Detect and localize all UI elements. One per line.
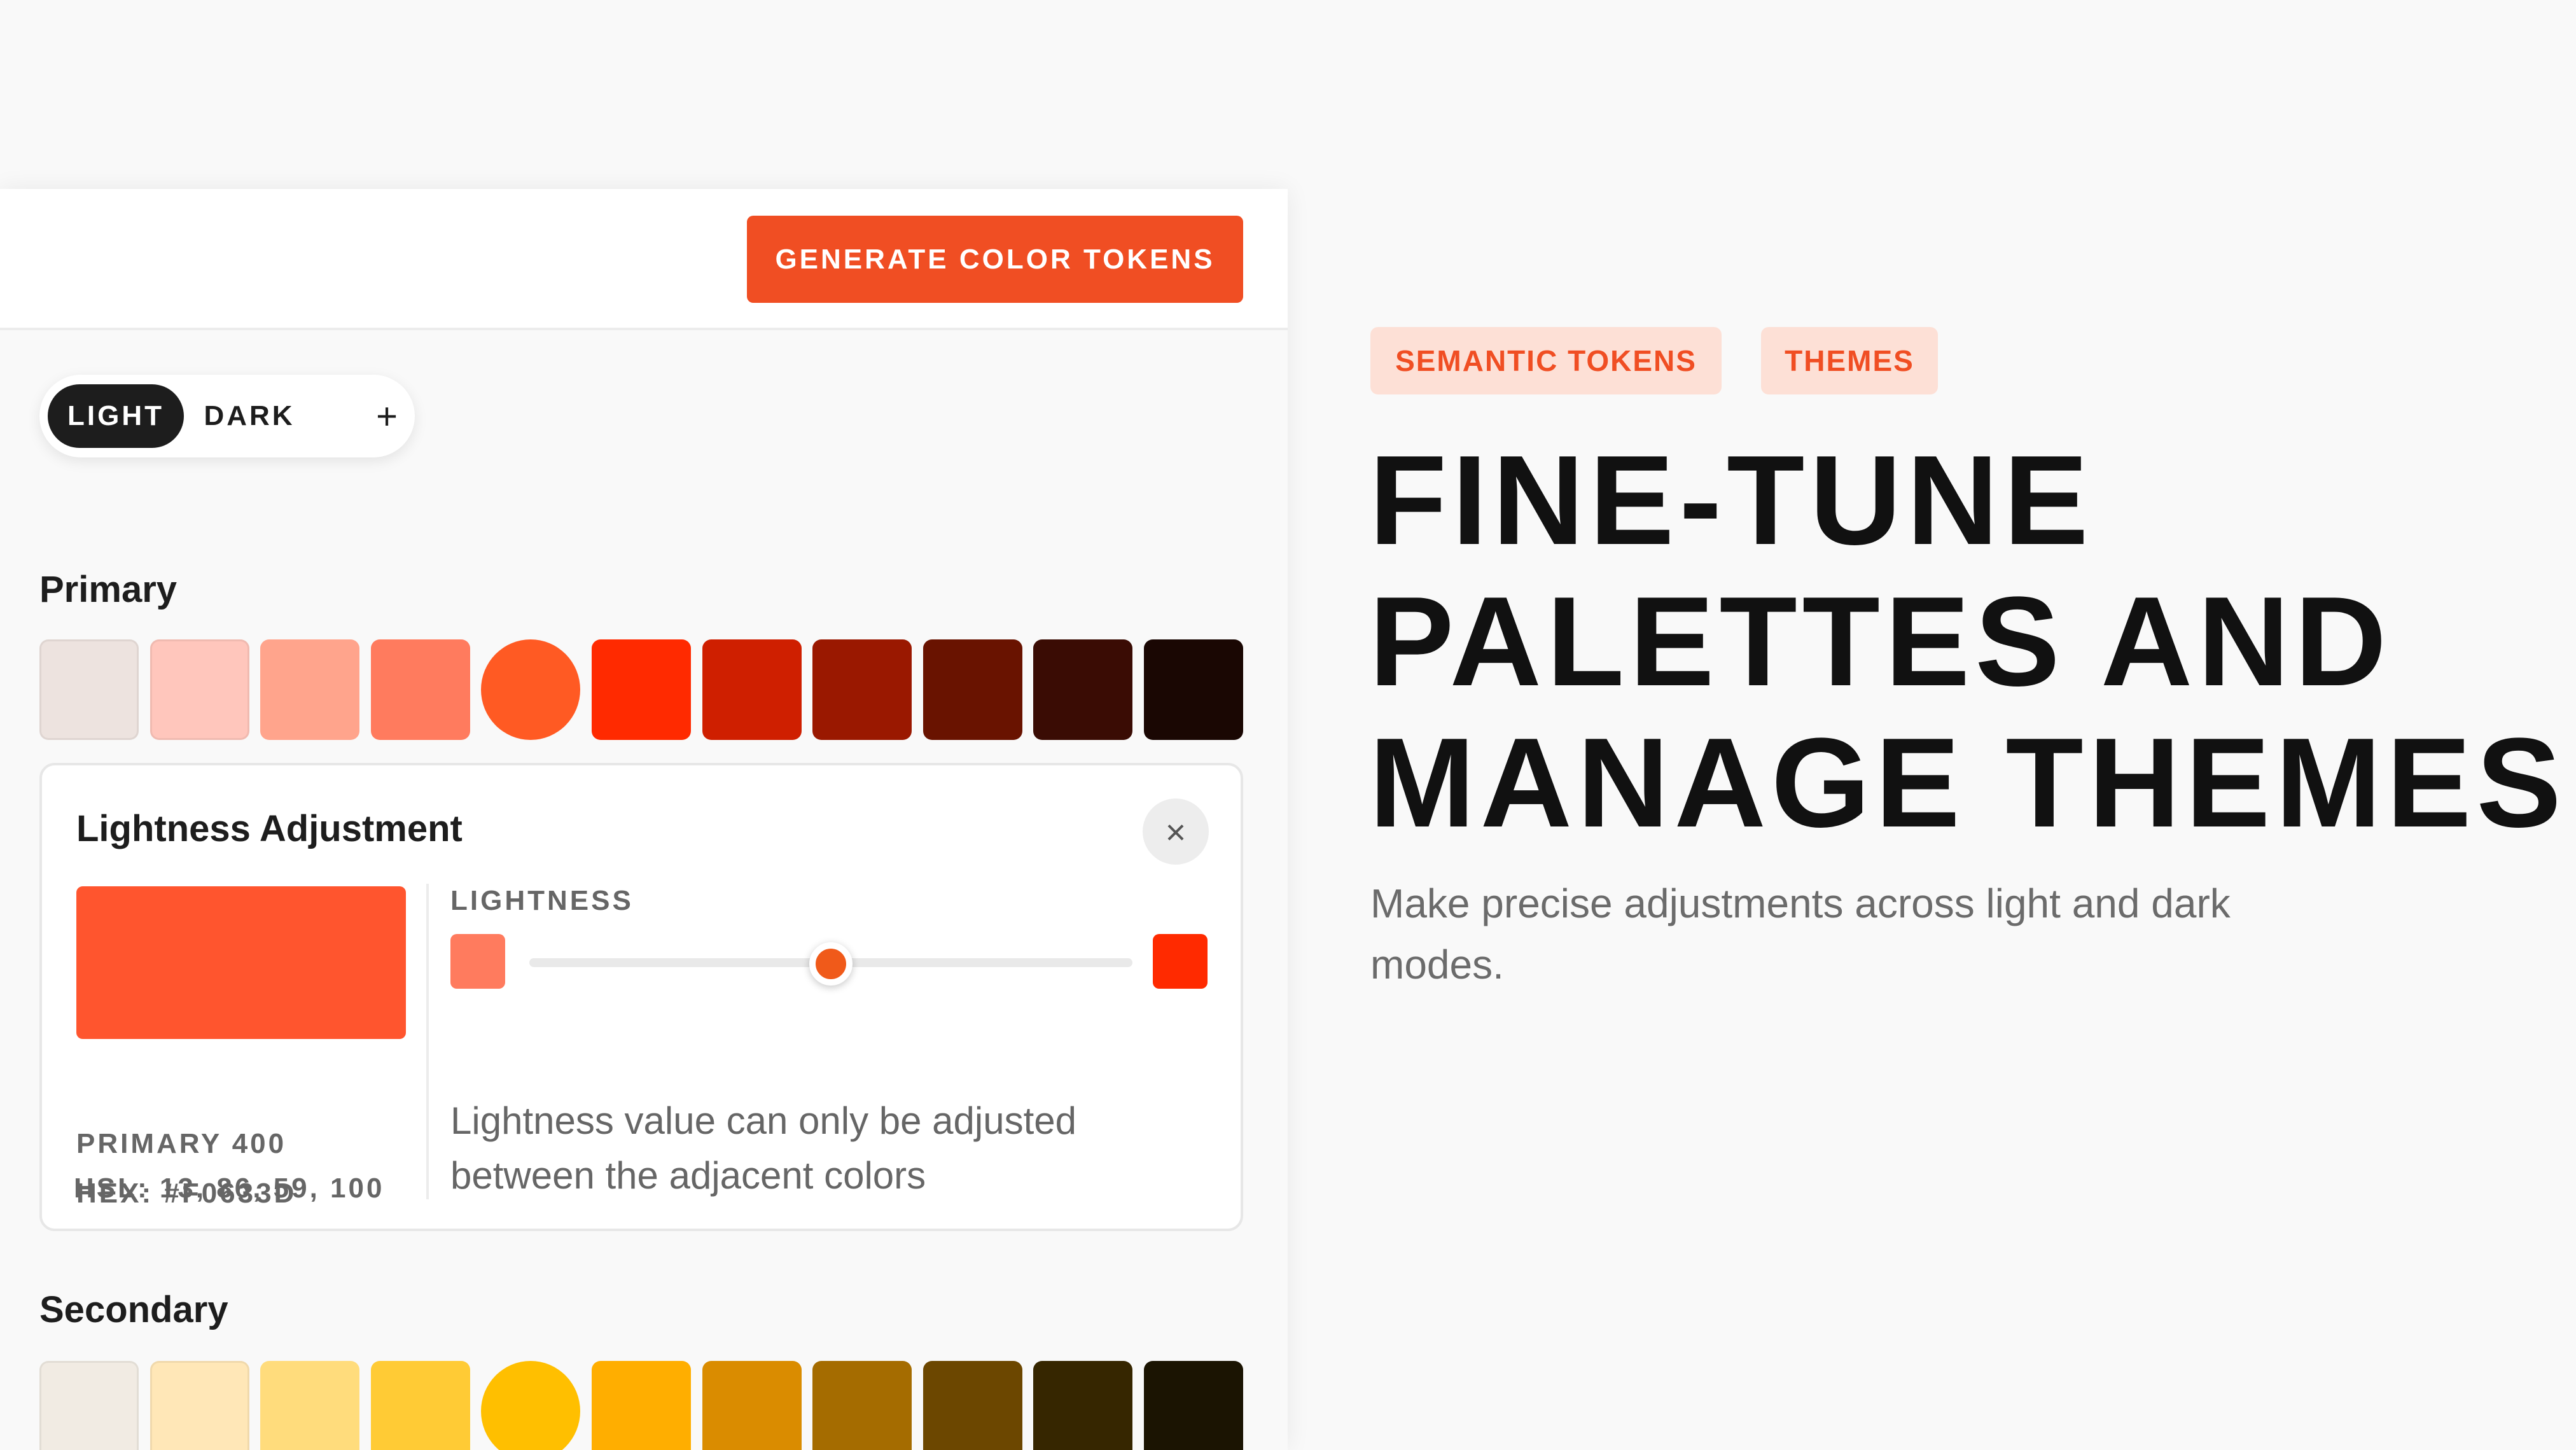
secondary-title: Secondary bbox=[39, 1289, 228, 1330]
lightness-adjustment-card: Lightness Adjustment × PRIMARY 400 HEX: … bbox=[39, 763, 1243, 1231]
theme-mode-switch: LIGHT DARK + bbox=[39, 375, 415, 457]
primary-swatch[interactable] bbox=[812, 639, 912, 740]
adjust-card-title: Lightness Adjustment bbox=[76, 808, 463, 849]
secondary-swatch[interactable] bbox=[812, 1361, 912, 1450]
secondary-swatch[interactable] bbox=[702, 1361, 802, 1450]
panel-header: GENERATE COLOR TOKENS bbox=[0, 189, 1288, 330]
palette-editor-panel: GENERATE COLOR TOKENS LIGHT DARK + Prima… bbox=[0, 189, 1288, 1450]
primary-swatch[interactable] bbox=[371, 639, 470, 740]
lower-bound-swatch bbox=[450, 934, 505, 989]
primary-swatch[interactable] bbox=[39, 639, 139, 740]
primary-swatch[interactable] bbox=[150, 639, 249, 740]
primary-title: Primary bbox=[39, 569, 178, 610]
headline-line-3: MANAGE THEMES bbox=[1369, 712, 2566, 854]
color-preview bbox=[76, 886, 406, 1039]
secondary-swatch[interactable] bbox=[150, 1361, 249, 1450]
primary-swatch-row bbox=[39, 639, 1243, 740]
primary-swatch[interactable] bbox=[1033, 639, 1132, 740]
lightness-hint: Lightness value can only be adjusted bet… bbox=[450, 1099, 1077, 1197]
secondary-swatch[interactable] bbox=[592, 1361, 691, 1450]
lightness-slider-handle[interactable] bbox=[809, 942, 853, 986]
card-divider bbox=[426, 884, 429, 1199]
close-icon[interactable]: × bbox=[1143, 798, 1209, 865]
headline-line-2: PALETTES AND bbox=[1369, 571, 2392, 713]
secondary-swatch[interactable] bbox=[260, 1361, 359, 1450]
mode-dark-tab[interactable]: DARK bbox=[195, 384, 303, 448]
generate-color-tokens-button[interactable]: GENERATE COLOR TOKENS bbox=[747, 216, 1243, 303]
mode-light-tab[interactable]: LIGHT bbox=[48, 384, 184, 448]
token-name: PRIMARY 400 bbox=[76, 1128, 287, 1159]
secondary-swatch[interactable] bbox=[371, 1361, 470, 1450]
token-hsl: HSL: 13, 86, 59, 100 bbox=[74, 1173, 385, 1204]
lightness-label: LIGHTNESS bbox=[450, 885, 634, 916]
upper-bound-swatch bbox=[1153, 934, 1208, 989]
tag-semantic-tokens: SEMANTIC TOKENS bbox=[1370, 327, 1722, 394]
secondary-swatch-row bbox=[39, 1361, 1243, 1450]
add-mode-icon[interactable]: + bbox=[368, 384, 406, 448]
secondary-swatch[interactable] bbox=[1144, 1361, 1243, 1450]
headline-line-1: FINE-TUNE bbox=[1369, 429, 2094, 571]
primary-swatch[interactable] bbox=[592, 639, 691, 740]
secondary-swatch[interactable] bbox=[481, 1361, 580, 1450]
tag-themes: THEMES bbox=[1761, 327, 1938, 394]
primary-swatch[interactable] bbox=[481, 639, 580, 740]
primary-swatch[interactable] bbox=[702, 639, 802, 740]
secondary-swatch[interactable] bbox=[923, 1361, 1022, 1450]
primary-swatch[interactable] bbox=[923, 639, 1022, 740]
subtext: Make precise adjustments across light an… bbox=[1370, 881, 2231, 987]
secondary-swatch[interactable] bbox=[39, 1361, 139, 1450]
primary-swatch[interactable] bbox=[260, 639, 359, 740]
secondary-swatch[interactable] bbox=[1033, 1361, 1132, 1450]
headline: FINE-TUNE PALETTES AND MANAGE THEMES bbox=[1369, 429, 2566, 854]
primary-swatch[interactable] bbox=[1144, 639, 1243, 740]
